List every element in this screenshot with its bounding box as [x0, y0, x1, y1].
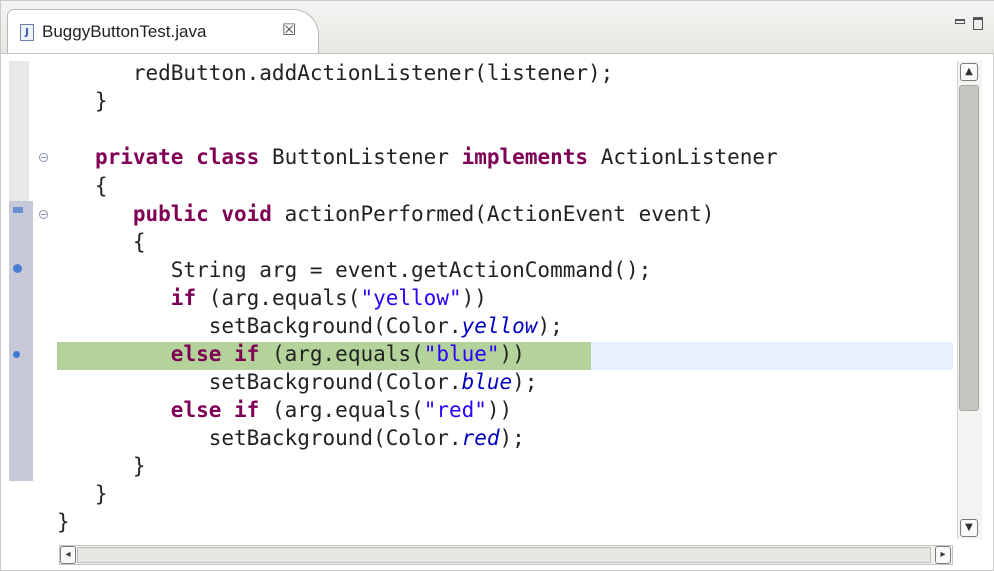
code-token: } [57, 510, 70, 534]
horizontal-scroll-thumb[interactable] [77, 547, 931, 563]
code-line[interactable]: { [57, 230, 146, 258]
code-field: blue [461, 370, 513, 394]
code-line[interactable]: } [57, 89, 108, 117]
fold-collapse-icon[interactable] [39, 210, 48, 219]
close-tab-icon[interactable]: ☒ [282, 20, 296, 39]
ruler-range-indicator [9, 201, 33, 481]
code-string: "blue" [423, 342, 500, 366]
code-line[interactable]: } [57, 454, 146, 482]
code-line[interactable]: } [57, 482, 108, 510]
code-token: } [57, 89, 108, 113]
java-editor-window: J BuggyButtonTest.java ☒ redButton.addAc… [0, 0, 994, 571]
code-token: setBackground(Color. [57, 370, 462, 394]
code-field: yellow [461, 314, 538, 338]
code-line[interactable]: if (arg.equals("yellow")) [57, 286, 487, 314]
code-token: ActionListener [588, 145, 778, 169]
search-marker-icon[interactable] [13, 264, 22, 273]
tab-title: BuggyButtonTest.java [42, 22, 207, 41]
code-token: (arg.equals( [259, 342, 424, 366]
vertical-scroll-thumb[interactable] [959, 85, 979, 411]
scroll-left-button[interactable]: ◂ [60, 546, 76, 564]
code-line[interactable]: setBackground(Color.blue); [57, 370, 538, 398]
code-line[interactable]: String arg = event.getActionCommand(); [57, 258, 651, 286]
code-line[interactable]: else if (arg.equals("red")) [57, 398, 512, 426]
code-token: redButton.addActionListener(listener); [57, 61, 614, 85]
scroll-down-button[interactable]: ▼ [960, 519, 978, 537]
code-string: "red" [423, 398, 487, 422]
code-editor[interactable]: redButton.addActionListener(listener); }… [57, 61, 953, 537]
code-token: )) [461, 286, 487, 310]
code-keyword: public void [132, 202, 272, 226]
code-token: ButtonListener [259, 145, 462, 169]
code-field: red [461, 426, 500, 450]
code-line[interactable]: private class ButtonListener implements … [57, 145, 778, 173]
code-line[interactable]: setBackground(Color.red); [57, 426, 525, 454]
code-keyword: else if [170, 398, 260, 422]
code-keyword: implements [461, 145, 589, 169]
code-line[interactable]: setBackground(Color.yellow); [57, 314, 563, 342]
code-keyword: private class [94, 145, 260, 169]
code-line[interactable]: else if (arg.equals("blue")) [57, 342, 525, 370]
code-token: ); [537, 314, 563, 338]
code-token: )) [486, 398, 513, 422]
code-keyword: else if [170, 342, 260, 366]
code-line[interactable]: public void actionPerformed(ActionEvent … [57, 202, 715, 230]
code-keyword: if [170, 286, 197, 310]
scroll-right-button[interactable]: ▸ [935, 546, 951, 564]
debug-pointer-icon[interactable] [13, 351, 20, 358]
code-token: )) [499, 342, 525, 366]
code-token: setBackground(Color. [57, 426, 462, 450]
code-token: setBackground(Color. [57, 314, 462, 338]
code-token: ); [499, 426, 525, 450]
code-token: actionPerformed(ActionEvent event) [271, 202, 715, 226]
code-line[interactable]: redButton.addActionListener(listener); [57, 61, 613, 89]
code-token: (arg.equals( [259, 398, 424, 422]
code-token: } [57, 454, 146, 478]
code-token: } [57, 482, 108, 506]
java-file-icon: J [20, 24, 34, 41]
code-token: { [57, 174, 108, 198]
code-token: String arg = event.getActionCommand(); [57, 258, 652, 282]
code-line[interactable]: } [57, 510, 70, 538]
editor-tab-bar: J BuggyButtonTest.java ☒ [1, 1, 994, 54]
scroll-up-button[interactable]: ▲ [960, 63, 978, 81]
fold-collapse-icon[interactable] [39, 153, 48, 162]
maximize-view-icon[interactable] [973, 17, 983, 30]
code-token: ); [512, 370, 538, 394]
code-string: "yellow" [360, 286, 462, 310]
minimize-view-icon[interactable] [955, 19, 965, 24]
code-line[interactable]: { [57, 174, 108, 202]
code-token: { [57, 230, 146, 254]
code-token: (arg.equals( [196, 286, 361, 310]
editor-tab-buggybuttontest[interactable]: J BuggyButtonTest.java ☒ [7, 9, 319, 53]
override-marker-icon[interactable] [13, 207, 23, 213]
